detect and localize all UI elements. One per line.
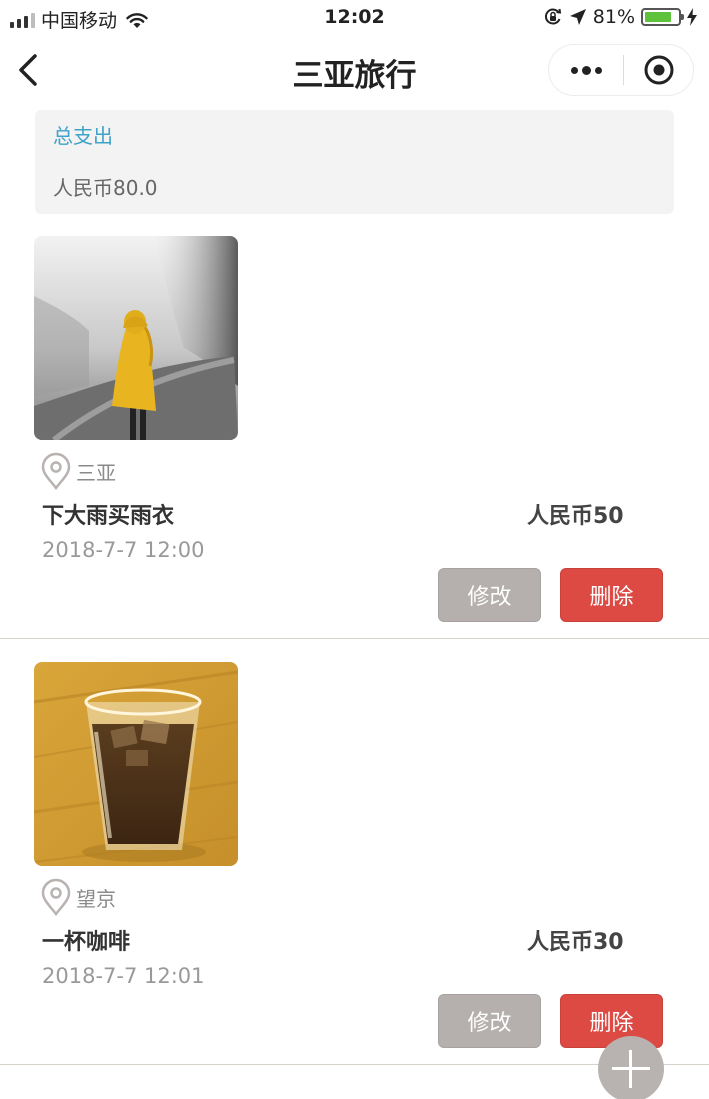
expense-photo[interactable]: [34, 236, 238, 440]
more-dots-icon: [570, 65, 602, 75]
total-expense-card: 总支出 人民币80.0: [35, 110, 674, 214]
location-arrow-icon: [569, 9, 586, 25]
total-expense-value: 人民币80.0: [53, 176, 158, 200]
location-text: 三亚: [76, 460, 116, 485]
expense-item: 望京 一杯咖啡 人民币30 2018-7-7 12:01 修改 删除: [0, 662, 709, 1066]
location-text: 望京: [76, 886, 116, 911]
location-row: 望京: [40, 878, 116, 916]
battery-fill: [645, 12, 671, 22]
close-mini-program-button[interactable]: [624, 45, 693, 95]
expense-time: 2018-7-7 12:00: [42, 538, 205, 562]
location-pin-icon: [41, 878, 71, 916]
edit-button[interactable]: 修改: [438, 568, 541, 622]
status-right: 81%: [543, 6, 697, 28]
expense-title: 一杯咖啡: [42, 930, 131, 955]
coffee-photo-image: [34, 662, 238, 866]
add-expense-button[interactable]: [598, 1036, 664, 1099]
expense-photo[interactable]: [34, 662, 238, 866]
total-expense-label: 总支出: [53, 124, 113, 148]
raincoat-photo-image: [34, 236, 238, 440]
status-bar: 中国移动 12:02 81%: [0, 0, 709, 36]
battery-percent: 81%: [592, 6, 635, 28]
expense-time: 2018-7-7 12:01: [42, 964, 205, 988]
battery-icon: [641, 8, 684, 26]
location-row: 三亚: [40, 452, 116, 490]
back-arrow-icon: [19, 54, 37, 86]
delete-button[interactable]: 删除: [560, 568, 663, 622]
location-pin-icon: [41, 452, 71, 490]
expense-amount: 人民币50: [527, 504, 624, 529]
expense-title: 下大雨买雨衣: [42, 504, 175, 529]
close-target-icon: [644, 55, 673, 85]
nav-bar: 三亚旅行: [0, 38, 709, 102]
item-divider: [0, 638, 709, 639]
more-button[interactable]: [549, 45, 623, 95]
back-button[interactable]: [14, 52, 46, 88]
mini-program-capsule: [548, 44, 694, 96]
orientation-lock-icon: [544, 8, 561, 25]
expense-item: 三亚 下大雨买雨衣 人民币50 2018-7-7 12:00 修改 删除: [0, 236, 709, 640]
expense-amount: 人民币30: [527, 930, 624, 955]
charging-icon: [687, 8, 697, 26]
edit-button[interactable]: 修改: [438, 994, 541, 1048]
